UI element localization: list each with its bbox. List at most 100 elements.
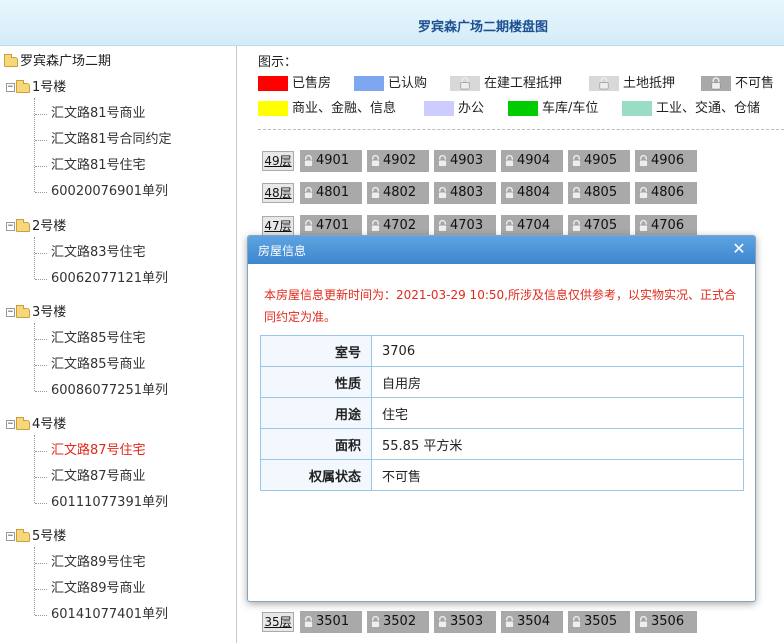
unit-cell[interactable]: 4703 [434, 215, 496, 237]
unit-cell[interactable]: 4706 [635, 215, 697, 237]
tree-connector [35, 615, 47, 616]
tree-leaf-item[interactable]: 汇文路83号住宅 [51, 243, 146, 263]
unit-cell[interactable]: 3506 [635, 611, 697, 633]
legend-item: 在建工程抵押 [450, 75, 562, 93]
lock-icon [505, 186, 514, 199]
unit-number: 3505 [584, 614, 618, 629]
lock-icon [438, 154, 447, 167]
info-value: 不可售 [371, 459, 744, 491]
close-icon[interactable]: ✕ [731, 241, 747, 258]
unit-number: 3506 [651, 614, 685, 629]
tree-leaf-item[interactable]: 汇文路89号住宅 [51, 553, 146, 573]
tree-leaf-item[interactable]: 60020076901单列 [51, 182, 168, 202]
tree-leaf-item[interactable]: 60141077401单列 [51, 605, 168, 625]
folder-open-icon [4, 53, 18, 67]
legend-swatch [508, 101, 538, 116]
tree-connector [35, 339, 47, 340]
tree-leaf-item[interactable]: 60062077121单列 [51, 269, 168, 289]
floor-link[interactable]: 48层 [262, 183, 294, 203]
unit-number: 4706 [651, 218, 685, 233]
unit-cell[interactable]: 4705 [568, 215, 630, 237]
unit-cell[interactable]: 4902 [367, 150, 429, 172]
dialog-title: 房屋信息 [258, 244, 307, 258]
unit-cell[interactable]: 4906 [635, 150, 697, 172]
tree-connector [35, 451, 47, 452]
floor-link[interactable]: 49层 [262, 151, 294, 171]
tree-building[interactable]: − 1号楼 [6, 78, 66, 98]
unit-cell[interactable]: 4904 [501, 150, 563, 172]
unit-cell[interactable]: 3502 [367, 611, 429, 633]
legend-label: 在建工程抵押 [484, 76, 563, 91]
unit-cell[interactable]: 4901 [300, 150, 362, 172]
unit-number: 4906 [651, 153, 685, 168]
tree-building[interactable]: − 4号楼 [6, 415, 66, 435]
tree-building[interactable]: − 3号楼 [6, 303, 66, 323]
house-info-dialog: 房屋信息 ✕ 本房屋信息更新时间为：2021-03-29 10:50,所涉及信息… [247, 235, 756, 602]
info-key: 性质 [260, 366, 372, 398]
folder-open-icon [16, 416, 30, 430]
unit-cell[interactable]: 4801 [300, 182, 362, 204]
tree-building[interactable]: − 5号楼 [6, 527, 66, 547]
tree-leaf-item[interactable]: 汇文路81号住宅 [51, 156, 146, 176]
collapse-icon[interactable]: − [6, 420, 15, 429]
lock-icon [572, 615, 581, 628]
legend-item: 商业、金融、信息 [258, 100, 396, 118]
divider [258, 129, 784, 130]
unit-cell[interactable]: 4702 [367, 215, 429, 237]
info-row: 面积 55.85 平方米 [260, 428, 744, 460]
unit-cell[interactable]: 4905 [568, 150, 630, 172]
tree-connector [35, 114, 47, 115]
tree-building[interactable]: − 2号楼 [6, 217, 66, 237]
floor-link[interactable]: 47层 [262, 216, 294, 236]
legend-label: 不可售 [735, 76, 775, 91]
tree-connector [35, 365, 47, 366]
tree-root[interactable]: 罗宾森广场二期 [4, 52, 111, 72]
tree-leaf-item[interactable]: 汇文路81号商业 [51, 104, 146, 124]
folder-open-icon [16, 304, 30, 318]
page-header: 罗宾森广场二期楼盘图 [0, 0, 784, 46]
legend-label: 商业、金融、信息 [292, 101, 397, 116]
app-window: 罗宾森广场二期楼盘图 罗宾森广场二期 − 1号楼汇文路81号商业汇文路81号合同约… [0, 0, 784, 643]
tree-connector [35, 563, 47, 564]
tree-connector [34, 237, 35, 279]
lock-icon [438, 186, 447, 199]
lock-icon [304, 219, 313, 232]
unit-cell[interactable]: 4704 [501, 215, 563, 237]
info-value: 3706 [371, 335, 744, 367]
collapse-icon[interactable]: − [6, 308, 15, 317]
unit-cell[interactable]: 4903 [434, 150, 496, 172]
tree-building-label: 2号楼 [32, 219, 67, 234]
unit-cell[interactable]: 3501 [300, 611, 362, 633]
unit-cell[interactable]: 4802 [367, 182, 429, 204]
unit-cell[interactable]: 3503 [434, 611, 496, 633]
collapse-icon[interactable]: − [6, 83, 15, 92]
unit-number: 3502 [383, 614, 417, 629]
tree-leaf-item[interactable]: 60086077251单列 [51, 381, 168, 401]
tree-leaf-item[interactable]: 汇文路87号商业 [51, 467, 146, 487]
unit-number: 4903 [450, 153, 484, 168]
floor-link[interactable]: 35层 [262, 612, 294, 632]
unit-cell[interactable]: 4803 [434, 182, 496, 204]
collapse-icon[interactable]: − [6, 532, 15, 541]
unit-number: 4905 [584, 153, 618, 168]
unit-number: 4802 [383, 185, 417, 200]
tree-leaf-item[interactable]: 汇文路89号商业 [51, 579, 146, 599]
legend-label: 办公 [458, 101, 485, 116]
unit-cell[interactable]: 3504 [501, 611, 563, 633]
collapse-icon[interactable]: − [6, 222, 15, 231]
lock-icon [304, 186, 313, 199]
unit-cell[interactable]: 4806 [635, 182, 697, 204]
tree-leaf-item[interactable]: 汇文路87号住宅 [51, 441, 146, 461]
tree-leaf-item[interactable]: 汇文路81号合同约定 [51, 130, 172, 150]
unit-cell[interactable]: 4804 [501, 182, 563, 204]
legend-label: 车库/车位 [542, 101, 599, 116]
tree-leaf-item[interactable]: 汇文路85号住宅 [51, 329, 146, 349]
unit-cell[interactable]: 4805 [568, 182, 630, 204]
unit-number: 4705 [584, 218, 618, 233]
unit-cell[interactable]: 3505 [568, 611, 630, 633]
tree-leaf-item[interactable]: 60111077391单列 [51, 493, 168, 513]
info-key: 面积 [260, 428, 372, 460]
unit-cell[interactable]: 4701 [300, 215, 362, 237]
tree-leaf-item[interactable]: 汇文路85号商业 [51, 355, 146, 375]
tree-connector [35, 589, 47, 590]
